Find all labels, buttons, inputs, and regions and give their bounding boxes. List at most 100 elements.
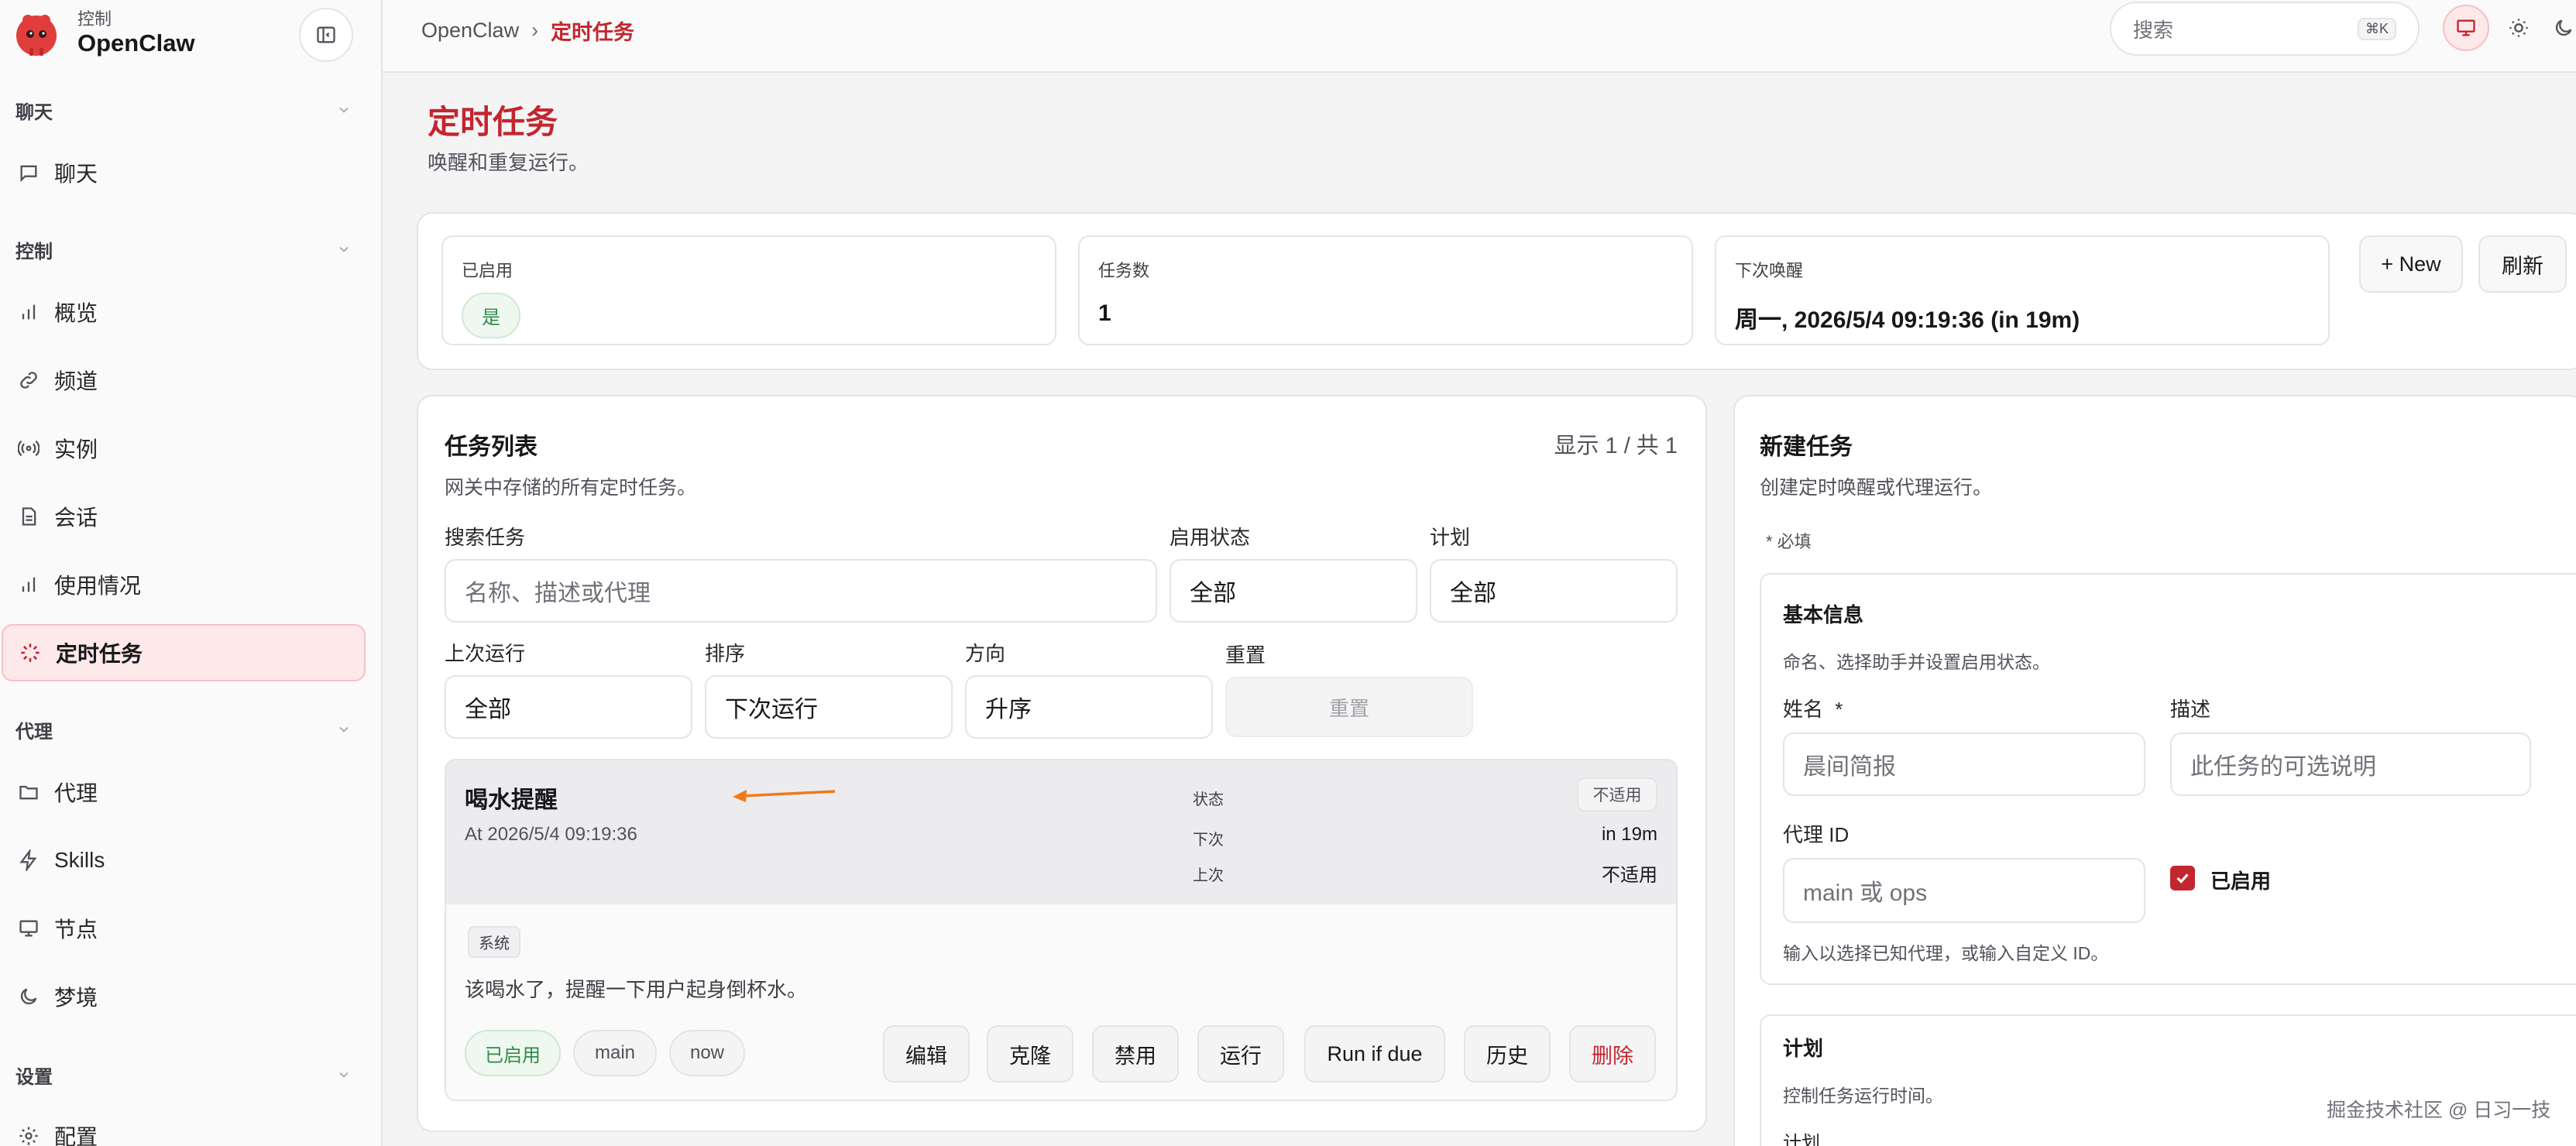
sidebar-item-label: Skills — [54, 848, 105, 872]
stat-value: 1 — [1098, 300, 1111, 326]
agent-id-input[interactable]: main 或 ops — [1783, 858, 2145, 923]
monitor-icon — [17, 917, 40, 940]
brand-kicker: 控制 — [77, 9, 112, 29]
sidebar-item-dreams[interactable]: 梦境 — [2, 968, 366, 1025]
schedule-filter-select[interactable]: 全部 — [1430, 559, 1678, 623]
sidebar-item-label: 聊天 — [54, 162, 98, 186]
moon-icon — [2555, 19, 2572, 36]
job-meta-key: 上次 — [1193, 867, 1224, 884]
chevron-down-icon — [339, 107, 349, 113]
reset-button[interactable]: 重置 — [1225, 677, 1473, 737]
history-button[interactable]: 历史 — [1464, 1025, 1551, 1083]
chevron-down-icon — [339, 1072, 349, 1078]
document-icon — [17, 505, 40, 528]
monitor-icon — [2457, 19, 2475, 36]
enabled-filter-select[interactable]: 全部 — [1170, 559, 1417, 623]
sidebar-item-config[interactable]: 配置 — [2, 1107, 366, 1146]
sort-select[interactable]: 下次运行 — [705, 675, 953, 739]
breadcrumb: OpenClaw › 定时任务 — [421, 15, 634, 46]
sidebar-item-label: 节点 — [54, 918, 98, 942]
nav-section-settings[interactable]: 设置 — [15, 1059, 352, 1090]
check-icon — [2176, 873, 2189, 884]
description-label: 描述 — [2170, 698, 2211, 721]
schedule-filter-label: 计划 — [1430, 526, 1471, 549]
nav-section-label: 代理 — [15, 721, 53, 743]
folder-icon — [17, 781, 40, 804]
job-name: 喝水提醒 — [465, 787, 558, 813]
annotation-arrow-icon — [733, 790, 836, 802]
edit-button[interactable]: 编辑 — [883, 1025, 970, 1083]
job-last-run: 不适用 — [1602, 865, 1657, 886]
search-jobs-label: 搜索任务 — [445, 526, 526, 549]
gear-icon — [17, 1124, 40, 1146]
schedule-title: 计划 — [1783, 1037, 1824, 1060]
refresh-button[interactable]: 刷新 — [2478, 235, 2567, 293]
sidebar-item-cron[interactable]: 定时任务 — [2, 624, 366, 681]
page-title: 定时任务 — [428, 104, 558, 140]
theme-system-button[interactable] — [2443, 5, 2489, 51]
sidebar: 控制 OpenClaw 聊天 聊天 控制 概览 频道 实例 会话 使用情况 定时… — [0, 0, 383, 1146]
sidebar-item-sessions[interactable]: 会话 — [2, 488, 366, 545]
delete-button[interactable]: 删除 — [1569, 1025, 1656, 1083]
link-icon — [17, 369, 40, 392]
run-button[interactable]: 运行 — [1197, 1025, 1284, 1083]
last-run-select[interactable]: 全部 — [445, 675, 692, 739]
search-input[interactable]: 搜索 ⌘K — [2110, 2, 2420, 56]
run-if-due-button[interactable]: Run if due — [1304, 1025, 1445, 1083]
breadcrumb-root[interactable]: OpenClaw — [421, 19, 519, 43]
job-tag: 系统 — [468, 926, 520, 958]
direction-select[interactable]: 升序 — [965, 675, 1213, 739]
sidebar-item-label: 配置 — [54, 1125, 98, 1146]
sidebar-item-chat[interactable]: 聊天 — [2, 144, 366, 201]
job-agent-chip: main — [573, 1030, 657, 1076]
search-jobs-input[interactable]: 名称、描述或代理 — [445, 559, 1157, 623]
agent-id-hint: 输入以选择已知代理，或输入自定义 ID。 — [1783, 943, 2109, 963]
brand[interactable]: 控制 OpenClaw — [9, 6, 195, 60]
stat-label: 已启用 — [462, 261, 513, 280]
sidebar-item-label: 频道 — [54, 369, 98, 393]
sun-icon — [2509, 19, 2528, 37]
chevron-down-icon — [339, 726, 349, 733]
sidebar-item-label: 梦境 — [54, 986, 98, 1010]
job-description-input[interactable]: 此任务的可选说明 — [2170, 733, 2531, 796]
nav-section-control[interactable]: 控制 — [15, 234, 352, 265]
sidebar-item-overview[interactable]: 概览 — [2, 283, 366, 341]
basic-info-subtitle: 命名、选择助手并设置启用状态。 — [1783, 652, 2050, 672]
search-shortcut: ⌘K — [2357, 17, 2396, 40]
sort-label: 排序 — [705, 642, 746, 665]
job-schedule: At 2026/5/4 09:19:36 — [465, 824, 637, 845]
stat-enabled: 已启用 是 — [441, 235, 1056, 345]
sidebar-item-skills[interactable]: Skills — [2, 832, 366, 889]
sidebar-item-channels[interactable]: 频道 — [2, 352, 366, 409]
job-list-title: 任务列表 — [445, 434, 538, 460]
stat-next-wake: 下次唤醒 周一, 2026/5/4 09:19:36 (in 19m) — [1715, 235, 2330, 345]
theme-light-button[interactable] — [2495, 5, 2542, 51]
job-name-input[interactable]: 晨间简报 — [1783, 733, 2145, 796]
enabled-filter-label: 启用状态 — [1170, 526, 1251, 549]
job-status-badge: 不适用 — [1577, 777, 1657, 811]
enabled-checkbox-label: 已启用 — [2210, 870, 2272, 893]
schedule-field-label: 计划 — [1783, 1133, 1820, 1146]
nav-section-agent[interactable]: 代理 — [15, 714, 352, 745]
status-badge: 是 — [462, 293, 520, 338]
new-job-subtitle: 创建定时唤醒或代理运行。 — [1760, 477, 1993, 499]
sidebar-item-usage[interactable]: 使用情况 — [2, 556, 366, 613]
stat-label: 任务数 — [1098, 261, 1150, 280]
disable-button[interactable]: 禁用 — [1092, 1025, 1179, 1083]
watermark: 掘金技术社区 @ 日习一技 — [2327, 1100, 2551, 1121]
new-job-button[interactable]: + New — [2359, 235, 2463, 293]
sidebar-item-agents[interactable]: 代理 — [2, 763, 366, 821]
enabled-checkbox[interactable] — [2170, 866, 2195, 890]
direction-label: 方向 — [965, 642, 1006, 665]
sidebar-item-instances[interactable]: 实例 — [2, 420, 366, 477]
sidebar-item-label: 会话 — [54, 506, 98, 530]
nav-section-chat[interactable]: 聊天 — [15, 94, 352, 125]
openclaw-logo-icon — [16, 15, 57, 56]
sidebar-item-nodes[interactable]: 节点 — [2, 900, 366, 957]
job-meta-key: 下次 — [1193, 832, 1224, 849]
collapse-sidebar-button[interactable] — [299, 8, 353, 62]
theme-dark-button[interactable] — [2548, 5, 2576, 51]
bar-chart-icon — [17, 573, 40, 596]
clone-button[interactable]: 克隆 — [987, 1025, 1073, 1083]
job-wake-chip: now — [669, 1030, 745, 1076]
